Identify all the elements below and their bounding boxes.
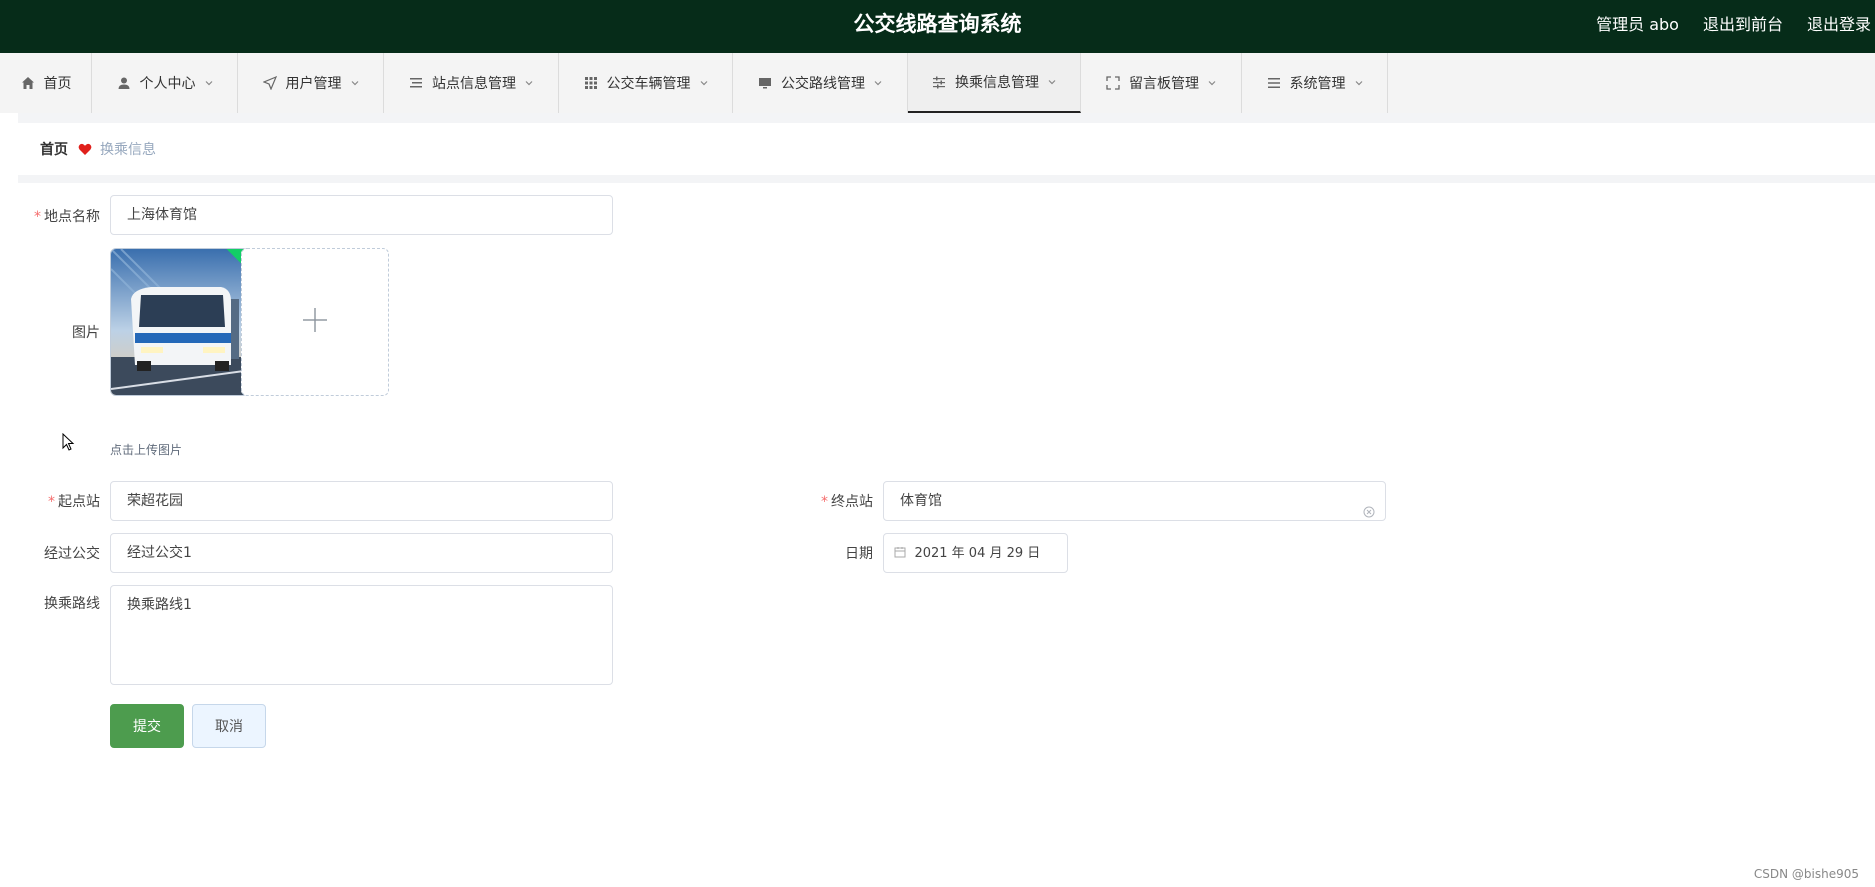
grid-icon	[583, 75, 599, 91]
chevron-down-icon	[1207, 78, 1217, 88]
nav-label: 首页	[43, 76, 72, 92]
end-station-label: * 终点站	[821, 494, 873, 510]
chevron-down-icon	[524, 78, 534, 88]
monitor-icon	[757, 75, 773, 91]
top-header: 公交线路查询系统 管理员 abo 退出到前台 退出登录	[0, 0, 1875, 53]
start-station-label: * 起点站	[48, 494, 100, 510]
upload-tip: 点击上传图片	[110, 443, 183, 457]
place-name-label: * 地点名称	[34, 209, 100, 225]
nav-label: 个人中心	[139, 76, 196, 92]
nav-label: 系统管理	[1289, 76, 1346, 92]
transfer-route-textarea[interactable]: 换乘路线1	[110, 585, 613, 685]
nav-label: 公交车辆管理	[606, 76, 691, 92]
clear-circle-icon[interactable]	[1363, 495, 1375, 518]
uploaded-bus-image[interactable]	[110, 248, 258, 396]
nav-item-user-management[interactable]: 用户管理	[238, 53, 384, 113]
chevron-down-icon	[1354, 78, 1364, 88]
image-label: 图片	[72, 325, 100, 341]
transfer-route-label: 换乘路线	[44, 596, 100, 612]
upload-add-button[interactable]	[241, 248, 389, 396]
chevron-down-icon	[873, 78, 883, 88]
date-picker-input[interactable]: 2021 年 04 月 29 日	[883, 533, 1068, 573]
end-station-input[interactable]: 体育馆	[883, 481, 1386, 521]
nav-label: 换乘信息管理	[955, 75, 1039, 91]
admin-username: 管理员 abo	[1596, 15, 1679, 34]
nav-item-station-info[interactable]: 站点信息管理	[384, 53, 559, 113]
home-icon	[20, 75, 36, 91]
list-icon	[408, 75, 424, 91]
breadcrumb: 首页 换乘信息	[18, 123, 1875, 175]
sliders-icon	[931, 74, 947, 90]
heart-icon	[78, 143, 92, 156]
menu-icon	[1266, 75, 1282, 91]
chevron-down-icon	[204, 78, 214, 88]
watermark: CSDN @bishe905	[1753, 867, 1859, 881]
main-content: 首页 换乘信息 * 地点名称 上海体育馆 图片 点击上传图片 * 起点站 荣超花…	[18, 113, 1875, 836]
start-station-input[interactable]: 荣超花园	[110, 481, 613, 521]
transfer-form: * 地点名称 上海体育馆 图片 点击上传图片 * 起点站 荣超花园 * 终点站 …	[18, 183, 1875, 836]
submit-button[interactable]: 提交	[110, 704, 184, 748]
nav-item-home[interactable]: 首页	[0, 53, 92, 113]
nav-item-personal-center[interactable]: 个人中心	[92, 53, 238, 113]
end-station-value: 体育馆	[900, 493, 942, 509]
calendar-icon	[894, 535, 906, 558]
logout-link[interactable]: 退出登录	[1807, 11, 1871, 35]
header-actions: 管理员 abo 退出到前台 退出登录	[1572, 0, 1871, 46]
breadcrumb-home[interactable]: 首页	[40, 139, 68, 159]
nav-item-message-board[interactable]: 留言板管理	[1081, 53, 1242, 113]
back-to-front-link[interactable]: 退出到前台	[1703, 11, 1783, 35]
plus-icon	[301, 306, 329, 338]
mouse-cursor-icon	[62, 432, 76, 453]
nav-item-transfer-info[interactable]: 换乘信息管理	[908, 53, 1081, 113]
breadcrumb-current: 换乘信息	[100, 142, 156, 158]
cancel-button[interactable]: 取消	[192, 704, 266, 748]
place-name-input[interactable]: 上海体育馆	[110, 195, 613, 235]
via-bus-label: 经过公交	[44, 546, 100, 562]
user-icon	[116, 75, 132, 91]
via-bus-input[interactable]: 经过公交1	[110, 533, 613, 573]
nav-label: 公交路线管理	[781, 76, 865, 92]
chevron-down-icon	[350, 78, 360, 88]
chevron-down-icon	[699, 78, 709, 88]
fullscreen-icon	[1105, 75, 1121, 91]
top-nav: 首页 个人中心 用户管理 站点信息管理 公交车辆管理 公交路线管理 换乘信息管理…	[0, 53, 1875, 113]
send-icon	[262, 75, 278, 91]
nav-item-bus-vehicles[interactable]: 公交车辆管理	[559, 53, 733, 113]
date-label: 日期	[845, 546, 873, 562]
date-value: 2021 年 04 月 29 日	[914, 546, 1041, 561]
nav-label: 用户管理	[285, 76, 342, 92]
nav-item-system-management[interactable]: 系统管理	[1242, 53, 1388, 113]
nav-item-bus-routes[interactable]: 公交路线管理	[733, 53, 908, 113]
chevron-down-icon	[1047, 77, 1057, 87]
nav-label: 留言板管理	[1129, 76, 1199, 92]
nav-label: 站点信息管理	[432, 76, 516, 92]
